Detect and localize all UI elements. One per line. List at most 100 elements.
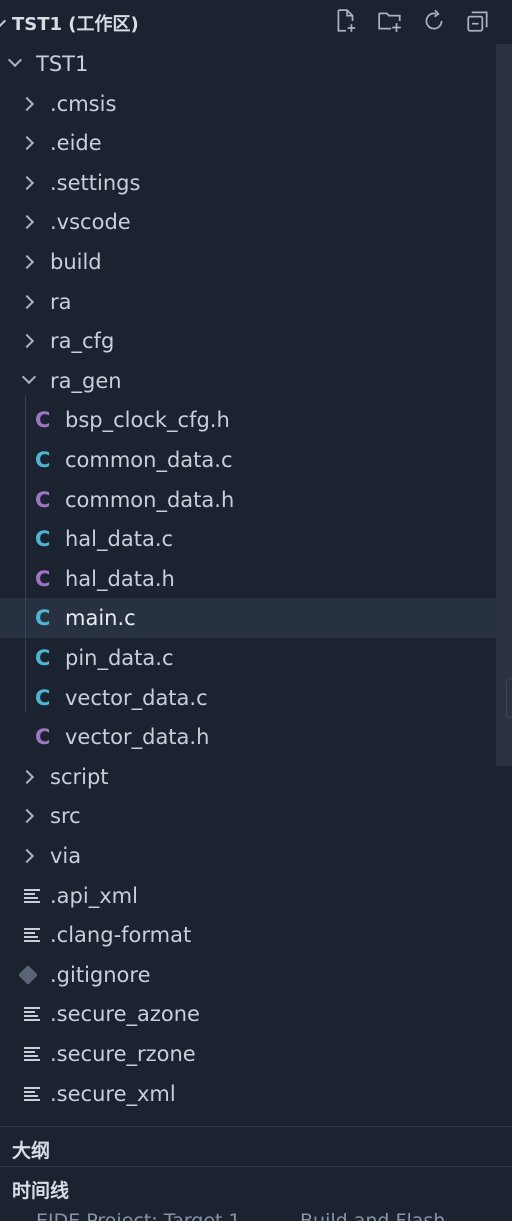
- tree-folder[interactable]: .cmsis: [0, 84, 496, 124]
- text-file-icon: [24, 928, 40, 942]
- c-source-icon: C: [35, 646, 51, 670]
- tree-file[interactable]: C vector_data.h: [0, 717, 496, 757]
- file-label: vector_data.c: [65, 686, 208, 710]
- tree-file[interactable]: C vector_data.c: [0, 678, 496, 718]
- tree-folder[interactable]: src: [0, 796, 496, 836]
- tree-file[interactable]: C hal_data.c: [0, 519, 496, 559]
- c-source-icon: C: [35, 527, 51, 551]
- c-header-icon: C: [35, 567, 51, 591]
- text-file-icon: [24, 1007, 40, 1021]
- tree-folder[interactable]: .eide: [0, 123, 496, 163]
- folder-label: build: [50, 250, 102, 274]
- chevron-right-icon: [19, 848, 35, 864]
- tree-folder[interactable]: via: [0, 836, 496, 876]
- chevron-right-icon: [19, 214, 35, 230]
- new-folder-icon: [378, 12, 401, 32]
- chevron-right-icon: [19, 175, 35, 191]
- refresh-button[interactable]: [420, 6, 448, 36]
- file-label: main.c: [65, 606, 136, 630]
- scrollbar-thumb[interactable]: [496, 44, 512, 766]
- tree-file[interactable]: C common_data.c: [0, 440, 496, 480]
- chevron-down-icon[interactable]: [0, 13, 7, 29]
- new-file-icon: [337, 9, 356, 32]
- file-label: common_data.c: [65, 448, 233, 472]
- workspace-title: TST1 (工作区): [12, 14, 139, 35]
- file-label: .gitignore: [50, 963, 151, 987]
- file-label: .api_xml: [50, 884, 138, 908]
- refresh-icon: [425, 9, 443, 30]
- folder-label: .settings: [50, 171, 141, 195]
- tree-file-selected[interactable]: C main.c: [0, 598, 496, 638]
- outline-panel-header[interactable]: 大纲: [0, 1126, 512, 1166]
- folder-label: ra: [50, 290, 72, 314]
- chevron-right-icon: [19, 333, 35, 349]
- explorer-actions: [332, 6, 492, 36]
- folder-label: src: [50, 804, 81, 828]
- tree-file[interactable]: .clang-format: [0, 915, 496, 955]
- chevron-down-icon: [21, 369, 37, 385]
- chevron-right-icon: [19, 135, 35, 151]
- file-label: .secure_rzone: [50, 1042, 196, 1066]
- c-source-icon: C: [35, 686, 51, 710]
- tree-file[interactable]: .secure_azone: [0, 994, 496, 1034]
- tree-file[interactable]: C bsp_clock_cfg.h: [0, 400, 496, 440]
- tree-folder[interactable]: script: [0, 757, 496, 797]
- tree-file[interactable]: .secure_xml: [0, 1074, 496, 1114]
- root-folder-label: TST1: [36, 52, 89, 76]
- collapse-all-button[interactable]: [464, 6, 492, 36]
- folder-label: ra_gen: [50, 369, 122, 393]
- status-build[interactable]: Build and Flash: [300, 1210, 445, 1221]
- status-project[interactable]: EIDE Project: Target 1: [36, 1210, 241, 1221]
- c-header-icon: C: [35, 488, 51, 512]
- tree-folder-expanded[interactable]: ra_gen: [0, 361, 496, 401]
- c-header-icon: C: [35, 725, 51, 749]
- tree-file[interactable]: .secure_rzone: [0, 1034, 496, 1074]
- chevron-down-icon: [7, 52, 23, 68]
- tree-folder[interactable]: ra_cfg: [0, 321, 496, 361]
- file-label: vector_data.h: [65, 725, 210, 749]
- folder-label: script: [50, 765, 109, 789]
- tree-file[interactable]: .api_xml: [0, 876, 496, 916]
- text-file-icon: [24, 1047, 40, 1061]
- tree-file[interactable]: C hal_data.h: [0, 559, 496, 599]
- new-file-button[interactable]: [332, 6, 360, 36]
- file-label: common_data.h: [65, 488, 235, 512]
- timeline-title: 时间线: [12, 1180, 70, 1202]
- chevron-right-icon: [19, 254, 35, 270]
- collapse-all-icon: [467, 11, 488, 32]
- c-source-icon: C: [35, 606, 51, 630]
- folder-label: .cmsis: [50, 92, 117, 116]
- new-folder-button[interactable]: [376, 6, 404, 36]
- status-bar: EIDE Project: Target 1 Build and Flash: [0, 1206, 512, 1221]
- outline-title: 大纲: [12, 1140, 51, 1162]
- timeline-panel-header[interactable]: 时间线: [0, 1166, 512, 1206]
- git-icon: [18, 965, 38, 985]
- chevron-right-icon: [19, 808, 35, 824]
- file-label: bsp_clock_cfg.h: [65, 408, 230, 432]
- tree-folder[interactable]: .settings: [0, 163, 496, 203]
- tree-folder[interactable]: build: [0, 242, 496, 282]
- folder-label: .eide: [50, 131, 102, 155]
- workspace-header[interactable]: TST1 (工作区): [0, 0, 512, 44]
- c-header-icon: C: [35, 408, 51, 432]
- indent-guide: [25, 396, 26, 712]
- tree-file[interactable]: .gitignore: [0, 955, 496, 995]
- folder-label: via: [50, 844, 82, 868]
- tree-folder[interactable]: .vscode: [0, 202, 496, 242]
- file-label: hal_data.h: [65, 567, 175, 591]
- file-label: .clang-format: [50, 923, 192, 947]
- tree-root-folder[interactable]: TST1: [0, 44, 496, 84]
- file-label: hal_data.c: [65, 527, 174, 551]
- chevron-right-icon: [19, 96, 35, 112]
- chevron-right-icon: [19, 769, 35, 785]
- file-label: .secure_azone: [50, 1002, 200, 1026]
- sash-handle[interactable]: [506, 678, 512, 718]
- text-file-icon: [24, 1087, 40, 1101]
- file-label: .secure_xml: [50, 1082, 176, 1106]
- tree-folder[interactable]: ra: [0, 282, 496, 322]
- tree-file[interactable]: C pin_data.c: [0, 638, 496, 678]
- chevron-right-icon: [19, 294, 35, 310]
- folder-label: .vscode: [50, 210, 131, 234]
- tree-file[interactable]: C common_data.h: [0, 480, 496, 520]
- file-label: pin_data.c: [65, 646, 174, 670]
